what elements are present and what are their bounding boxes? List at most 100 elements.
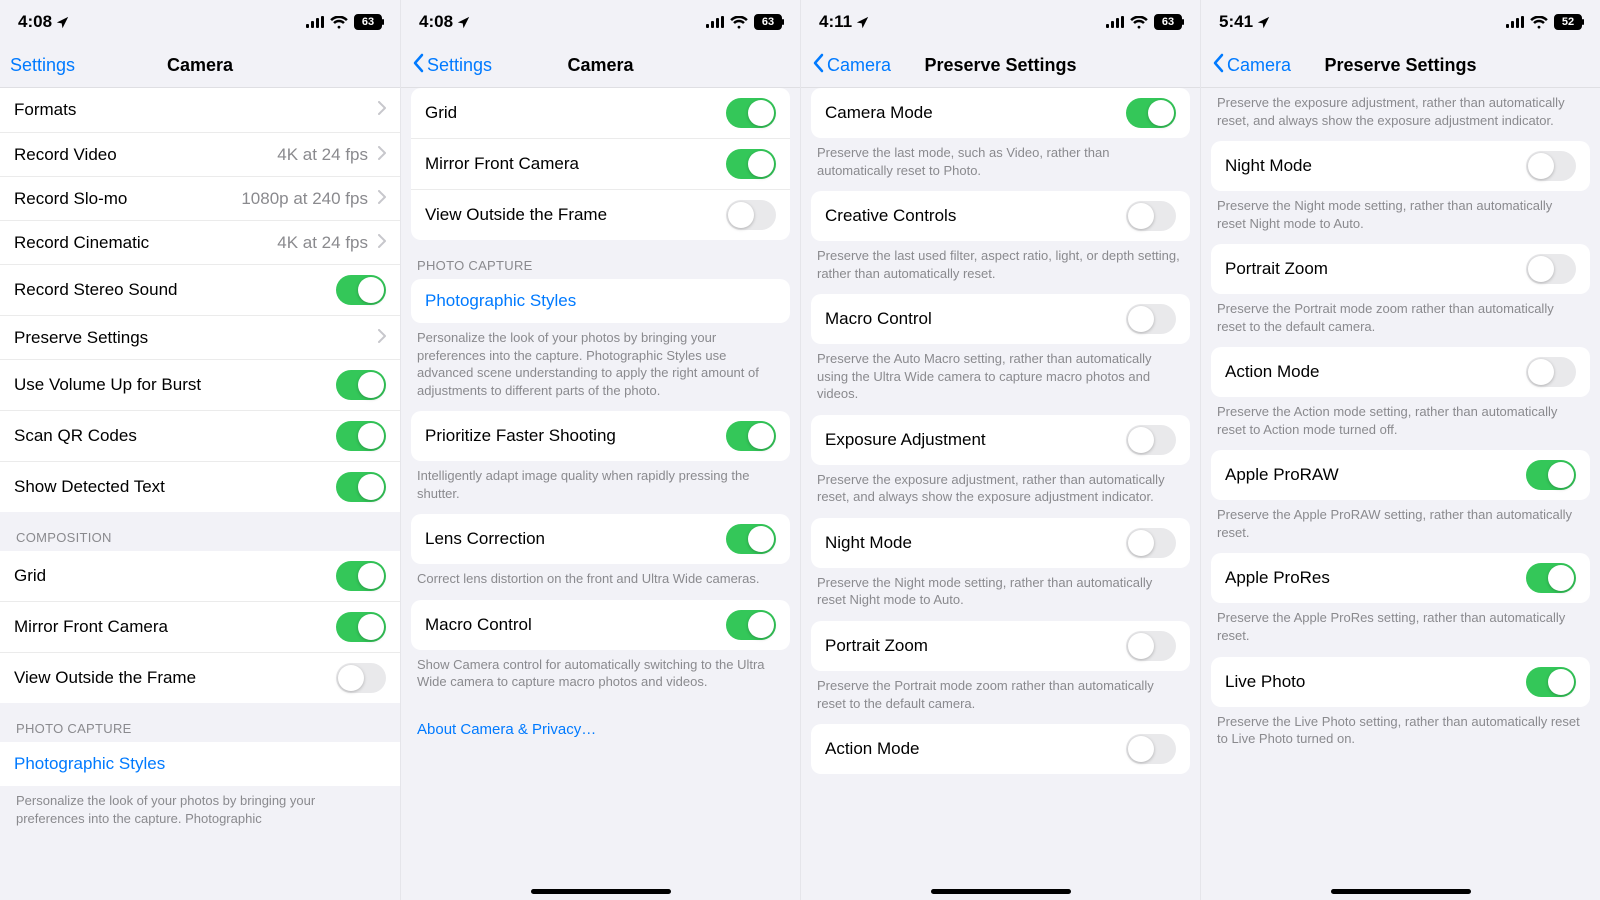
row-lens-correction[interactable]: Lens Correction xyxy=(411,514,790,564)
row-portrait-zoom[interactable]: Portrait Zoom xyxy=(811,621,1190,671)
toggle-action-mode[interactable] xyxy=(1526,357,1576,387)
battery-indicator: 63 xyxy=(754,14,782,30)
settings-group: Camera Mode xyxy=(811,88,1190,138)
toggle-view-outside-the-frame[interactable] xyxy=(726,200,776,230)
row-show-detected-text[interactable]: Show Detected Text xyxy=(0,461,400,512)
row-macro-control[interactable]: Macro Control xyxy=(411,600,790,650)
row-record-video[interactable]: Record Video4K at 24 fps xyxy=(0,132,400,176)
toggle-mirror-front-camera[interactable] xyxy=(336,612,386,642)
row-live-photo[interactable]: Live Photo xyxy=(1211,657,1590,707)
toggle-lens-correction[interactable] xyxy=(726,524,776,554)
row-mirror-front-camera[interactable]: Mirror Front Camera xyxy=(411,138,790,189)
settings-content[interactable]: Grid Mirror Front Camera View Outside the … xyxy=(401,88,800,900)
row-scan-qr-codes[interactable]: Scan QR Codes xyxy=(0,410,400,461)
row-label: Apple ProRes xyxy=(1225,568,1516,588)
toggle-night-mode[interactable] xyxy=(1526,151,1576,181)
toggle-view-outside-the-frame[interactable] xyxy=(336,663,386,693)
toggle-macro-control[interactable] xyxy=(1126,304,1176,334)
row-action-mode[interactable]: Action Mode xyxy=(811,724,1190,774)
toggle-creative-controls[interactable] xyxy=(1126,201,1176,231)
row-macro-control[interactable]: Macro Control xyxy=(811,294,1190,344)
nav-back-button[interactable]: Settings xyxy=(10,55,75,76)
settings-group: Night Mode xyxy=(811,518,1190,568)
row-label: Prioritize Faster Shooting xyxy=(425,426,716,446)
row-record-stereo-sound[interactable]: Record Stereo Sound xyxy=(0,264,400,315)
about-camera-privacy-link[interactable]: About Camera & Privacy… xyxy=(401,703,800,756)
status-time: 4:08 xyxy=(18,12,52,32)
row-record-cinematic[interactable]: Record Cinematic4K at 24 fps xyxy=(0,220,400,264)
toggle-macro-control[interactable] xyxy=(726,610,776,640)
row-label: Camera Mode xyxy=(825,103,1116,123)
battery-indicator: 63 xyxy=(354,14,382,30)
toggle-mirror-front-camera[interactable] xyxy=(726,149,776,179)
status-bar: 4:0863 xyxy=(401,0,800,44)
toggle-grid[interactable] xyxy=(336,561,386,591)
row-grid[interactable]: Grid xyxy=(411,88,790,138)
row-photographic-styles[interactable]: Photographic Styles xyxy=(0,742,400,786)
toggle-apple-proraw[interactable] xyxy=(1526,460,1576,490)
toggle-grid[interactable] xyxy=(726,98,776,128)
toggle-use-volume-up-for-burst[interactable] xyxy=(336,370,386,400)
row-label: View Outside the Frame xyxy=(14,668,326,688)
row-photographic-styles[interactable]: Photographic Styles xyxy=(411,279,790,323)
row-formats[interactable]: Formats xyxy=(0,88,400,132)
settings-content[interactable]: Camera ModePreserve the last mode, such … xyxy=(801,88,1200,900)
toggle-live-photo[interactable] xyxy=(1526,667,1576,697)
row-night-mode[interactable]: Night Mode xyxy=(1211,141,1590,191)
row-label: Use Volume Up for Burst xyxy=(14,375,326,395)
row-value: 1080p at 240 fps xyxy=(241,189,368,209)
settings-group: Live Photo xyxy=(1211,657,1590,707)
row-view-outside-the-frame[interactable]: View Outside the Frame xyxy=(411,189,790,240)
toggle-action-mode[interactable] xyxy=(1126,734,1176,764)
row-label: Photographic Styles xyxy=(14,754,386,774)
row-label: Record Cinematic xyxy=(14,233,267,253)
row-night-mode[interactable]: Night Mode xyxy=(811,518,1190,568)
row-preserve-settings[interactable]: Preserve Settings xyxy=(0,315,400,359)
row-label: Action Mode xyxy=(825,739,1116,759)
nav-back-button[interactable]: Settings xyxy=(411,53,492,78)
row-action-mode[interactable]: Action Mode xyxy=(1211,347,1590,397)
row-creative-controls[interactable]: Creative Controls xyxy=(811,191,1190,241)
home-indicator[interactable] xyxy=(931,889,1071,894)
row-record-slo-mo[interactable]: Record Slo-mo1080p at 240 fps xyxy=(0,176,400,220)
row-use-volume-up-for-burst[interactable]: Use Volume Up for Burst xyxy=(0,359,400,410)
row-label: Mirror Front Camera xyxy=(14,617,326,637)
settings-content[interactable]: Preserve the exposure adjustment, rather… xyxy=(1201,88,1600,900)
toggle-exposure-adjustment[interactable] xyxy=(1126,425,1176,455)
toggle-night-mode[interactable] xyxy=(1126,528,1176,558)
toggle-show-detected-text[interactable] xyxy=(336,472,386,502)
toggle-apple-prores[interactable] xyxy=(1526,563,1576,593)
row-label: Scan QR Codes xyxy=(14,426,326,446)
toggle-portrait-zoom[interactable] xyxy=(1126,631,1176,661)
section-footer: Correct lens distortion on the front and… xyxy=(401,564,800,600)
row-view-outside-the-frame[interactable]: View Outside the Frame xyxy=(0,652,400,703)
row-apple-prores[interactable]: Apple ProRes xyxy=(1211,553,1590,603)
nav-back-label: Camera xyxy=(827,55,891,76)
toggle-scan-qr-codes[interactable] xyxy=(336,421,386,451)
settings-group: Lens Correction xyxy=(411,514,790,564)
home-indicator[interactable] xyxy=(531,889,671,894)
home-indicator[interactable] xyxy=(1331,889,1471,894)
row-label: Night Mode xyxy=(825,533,1116,553)
section-footer: Preserve the Action mode setting, rather… xyxy=(1201,397,1600,450)
toggle-camera-mode[interactable] xyxy=(1126,98,1176,128)
wifi-icon xyxy=(1130,16,1148,29)
row-mirror-front-camera[interactable]: Mirror Front Camera xyxy=(0,601,400,652)
row-exposure-adjustment[interactable]: Exposure Adjustment xyxy=(811,415,1190,465)
toggle-portrait-zoom[interactable] xyxy=(1526,254,1576,284)
section-footer: Preserve the last used filter, aspect ra… xyxy=(801,241,1200,294)
row-prioritize-faster-shooting[interactable]: Prioritize Faster Shooting xyxy=(411,411,790,461)
wifi-icon xyxy=(1530,16,1548,29)
nav-back-button[interactable]: Camera xyxy=(811,53,891,78)
row-portrait-zoom[interactable]: Portrait Zoom xyxy=(1211,244,1590,294)
row-apple-proraw[interactable]: Apple ProRAW xyxy=(1211,450,1590,500)
nav-back-button[interactable]: Camera xyxy=(1211,53,1291,78)
settings-content[interactable]: FormatsRecord Video4K at 24 fpsRecord Sl… xyxy=(0,88,400,900)
row-grid[interactable]: Grid xyxy=(0,551,400,601)
row-camera-mode[interactable]: Camera Mode xyxy=(811,88,1190,138)
cellular-signal-icon xyxy=(1506,16,1524,28)
row-label: View Outside the Frame xyxy=(425,205,716,225)
toggle-prioritize-faster-shooting[interactable] xyxy=(726,421,776,451)
toggle-record-stereo-sound[interactable] xyxy=(336,275,386,305)
row-label: Grid xyxy=(425,103,716,123)
